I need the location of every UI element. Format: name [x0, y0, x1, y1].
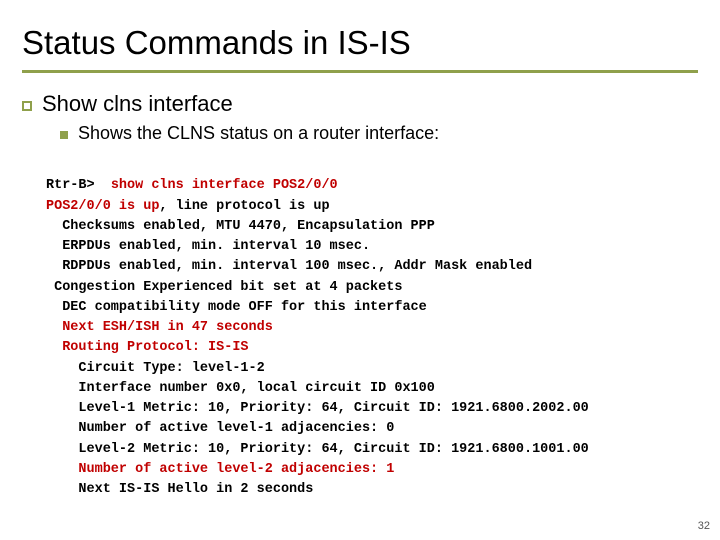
bullet-level-2: Shows the CLNS status on a router interf… [60, 123, 698, 144]
term-line-10: Circuit Type: level-1-2 [46, 361, 265, 376]
terminal-output: Rtr-B> show clns interface POS2/0/0 POS2… [46, 156, 698, 500]
term-line-14: Level-2 Metric: 10, Priority: 64, Circui… [46, 442, 589, 457]
term-line-16: Next IS-IS Hello in 2 seconds [46, 482, 313, 497]
term-line-2: POS2/0/0 is up, line protocol is up [46, 199, 330, 214]
term-line-3: Checksums enabled, MTU 4470, Encapsulati… [46, 219, 435, 234]
term-line-1: Rtr-B> show clns interface POS2/0/0 [46, 178, 338, 193]
bullet-level-1: Show clns interface [22, 91, 698, 117]
page-number: 32 [698, 520, 710, 532]
term-line-6: Congestion Experienced bit set at 4 pack… [46, 280, 402, 295]
term-line-11: Interface number 0x0, local circuit ID 0… [46, 381, 435, 396]
term-line-9: Routing Protocol: IS-IS [46, 340, 249, 355]
term-line-4: ERPDUs enabled, min. interval 10 msec. [46, 239, 370, 254]
term-line-8: Next ESH/ISH in 47 seconds [46, 320, 273, 335]
slide-title: Status Commands in IS-IS [22, 24, 698, 73]
term-line-15: Number of active level-2 adjacencies: 1 [46, 462, 394, 477]
term-line-12: Level-1 Metric: 10, Priority: 64, Circui… [46, 401, 589, 416]
sub-bullet-icon [60, 131, 68, 139]
bullet-icon [22, 101, 32, 111]
term-line-7: DEC compatibility mode OFF for this inte… [46, 300, 427, 315]
term-line-5: RDPDUs enabled, min. interval 100 msec.,… [46, 259, 532, 274]
sub-bullet-text: Shows the CLNS status on a router interf… [78, 123, 439, 144]
term-line-13: Number of active level-1 adjacencies: 0 [46, 421, 394, 436]
bullet-text: Show clns interface [42, 91, 233, 117]
